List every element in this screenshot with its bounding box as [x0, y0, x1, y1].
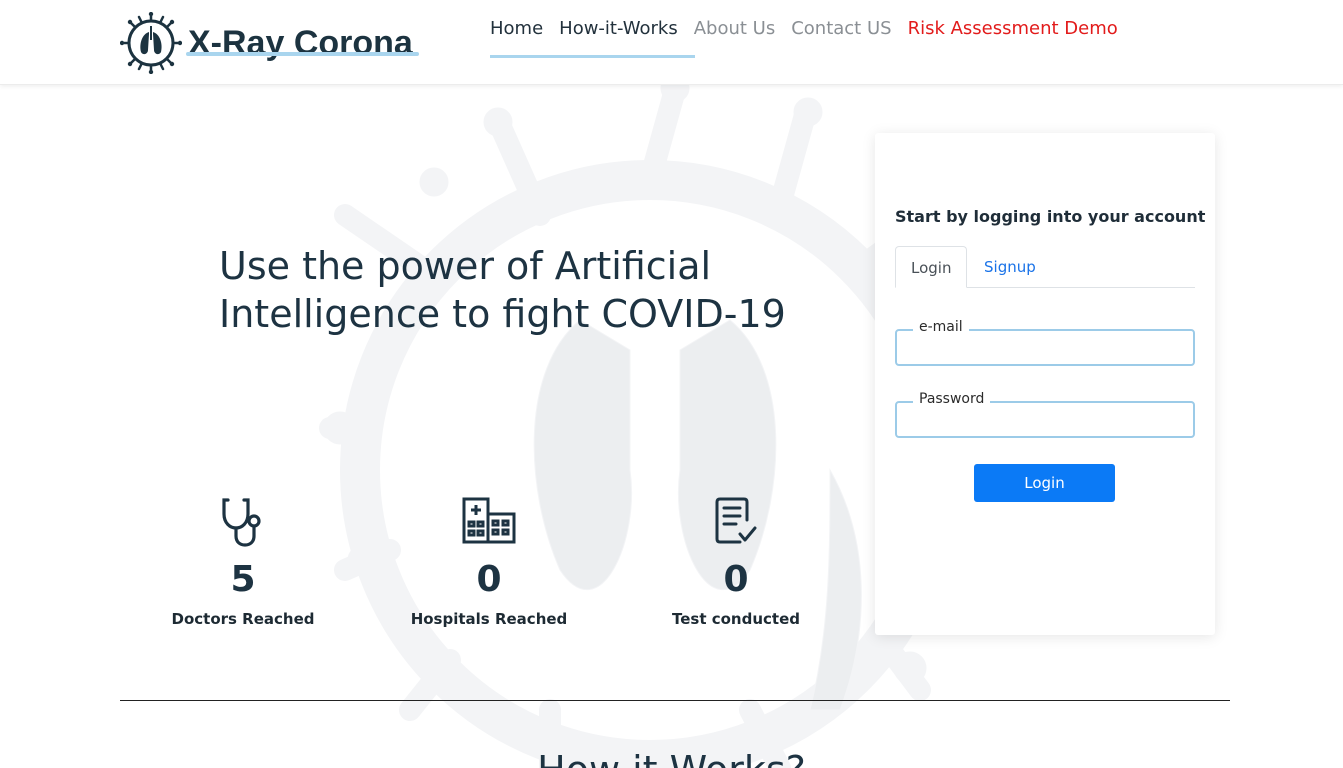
stat-label: Test conducted — [672, 610, 800, 628]
nav-active-indicator — [490, 55, 695, 58]
site-header: X-Ray Corona Home How-it-Works About Us … — [0, 0, 1343, 85]
stat-tests: 0 Test conducted — [646, 496, 826, 628]
virus-watermark-icon — [319, 73, 950, 768]
tab-signup[interactable]: Signup — [969, 246, 1051, 288]
password-field[interactable]: Password — [895, 391, 1195, 438]
nav-contact-us[interactable]: Contact US — [791, 18, 891, 39]
login-card: Start by logging into your account Login… — [875, 133, 1215, 635]
brand-underline — [186, 52, 419, 56]
test-report-icon — [646, 496, 826, 548]
nav-risk-assessment-demo[interactable]: Risk Assessment Demo — [908, 18, 1118, 39]
main-nav: Home How-it-Works About Us Contact US Ri… — [490, 18, 1134, 39]
nav-home[interactable]: Home — [490, 18, 543, 39]
hero-title: Use the power of Artificial Intelligence… — [219, 244, 786, 336]
login-button[interactable]: Login — [974, 464, 1115, 502]
stat-label: Hospitals Reached — [410, 610, 568, 628]
nav-how-it-works[interactable]: How-it-Works — [559, 18, 678, 39]
stat-value: 0 — [476, 559, 502, 600]
stat-value: 5 — [230, 559, 256, 600]
stat-hospitals: 0 Hospitals Reached — [399, 496, 579, 628]
stat-doctors: 5 Doctors Reached — [153, 496, 333, 628]
stat-label: Doctors Reached — [171, 610, 315, 628]
auth-tabs: Login Signup — [895, 246, 1195, 288]
virus-lungs-logo-icon — [120, 12, 182, 74]
stethoscope-icon — [153, 496, 333, 548]
email-input[interactable] — [897, 331, 1193, 364]
stat-value: 0 — [723, 559, 749, 600]
login-card-title: Start by logging into your account — [895, 207, 1206, 226]
tab-login[interactable]: Login — [895, 246, 968, 288]
nav-about-us[interactable]: About Us — [694, 18, 776, 39]
email-field[interactable]: e-mail — [895, 319, 1195, 366]
brand-name: X-Ray Corona — [188, 23, 413, 62]
how-it-works-heading: How it Works? — [0, 748, 1343, 768]
brand-logo[interactable]: X-Ray Corona — [120, 12, 413, 74]
password-label: Password — [913, 391, 991, 407]
section-divider — [120, 700, 1230, 701]
password-input[interactable] — [897, 403, 1193, 436]
email-label: e-mail — [913, 319, 969, 335]
hospital-icon — [399, 496, 579, 548]
